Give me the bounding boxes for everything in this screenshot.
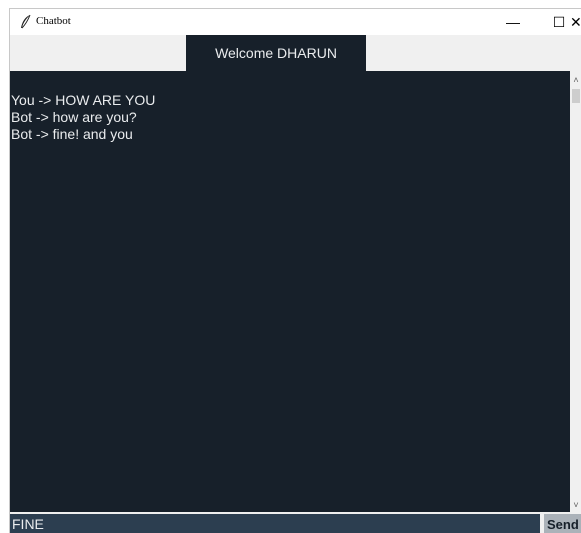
header-bar: Welcome DHARUN: [10, 35, 581, 71]
minimize-button[interactable]: —: [490, 9, 536, 35]
scroll-thumb[interactable]: [572, 89, 580, 103]
input-row: Send: [10, 512, 581, 533]
chat-message: Bot -> how are you?: [11, 109, 137, 125]
scroll-down-arrow-icon[interactable]: ˅: [570, 498, 581, 512]
close-button[interactable]: ✕: [570, 9, 581, 35]
title-bar[interactable]: Chatbot — ☐ ✕: [10, 9, 581, 35]
window-title: Chatbot: [36, 15, 71, 27]
chat-scrollbar[interactable]: ˄ ˅: [570, 71, 581, 512]
chat-transcript[interactable]: You -> HOW ARE YOU Bot -> how are you? B…: [10, 71, 570, 512]
chat-message: You -> HOW ARE YOU: [11, 92, 156, 108]
send-button[interactable]: Send: [544, 514, 581, 533]
chatbot-window: Chatbot — ☐ ✕ Welcome DHARUN You -> HOW …: [9, 8, 581, 533]
chat-message: Bot -> fine! and you: [11, 126, 133, 142]
scroll-up-arrow-icon[interactable]: ˄: [570, 73, 581, 87]
message-input[interactable]: [10, 514, 540, 533]
feather-icon: [18, 14, 34, 30]
welcome-label: Welcome DHARUN: [186, 35, 366, 71]
